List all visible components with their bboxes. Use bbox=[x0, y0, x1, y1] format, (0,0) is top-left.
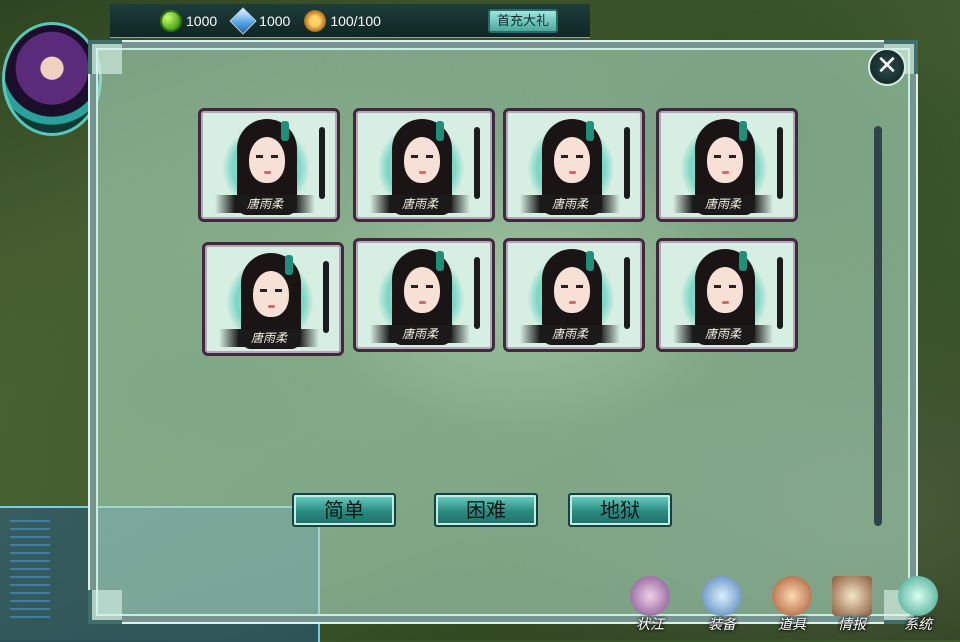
portrait-eyes bbox=[411, 285, 433, 288]
hair-ribbon-icon bbox=[739, 121, 747, 141]
hair-ribbon-icon bbox=[281, 121, 289, 141]
character-card[interactable]: 唐雨柔 bbox=[353, 108, 495, 222]
difficulty-hard-button[interactable]: 困难 bbox=[434, 493, 538, 527]
card-side-bar bbox=[474, 127, 480, 199]
difficulty-hell-button[interactable]: 地狱 bbox=[568, 493, 672, 527]
gem-icon bbox=[229, 6, 257, 35]
jade-resource: 1000 bbox=[160, 9, 218, 32]
hair-ribbon-icon bbox=[586, 121, 594, 141]
character-name: 唐雨柔 bbox=[520, 325, 620, 343]
gear-icon bbox=[898, 576, 938, 616]
character-card[interactable]: 唐雨柔 bbox=[202, 242, 344, 356]
character-card[interactable]: 唐雨柔 bbox=[656, 108, 798, 222]
menu-label: 状江 bbox=[636, 617, 664, 633]
portrait-eyes bbox=[561, 155, 583, 158]
menu-label: 系统 bbox=[904, 617, 932, 633]
card-side-bar bbox=[777, 257, 783, 329]
character-name: 唐雨柔 bbox=[370, 195, 470, 213]
hair-ribbon-icon bbox=[436, 251, 444, 271]
player-avatar[interactable] bbox=[2, 22, 102, 136]
card-side-bar bbox=[777, 127, 783, 199]
portrait-eyes bbox=[411, 155, 433, 158]
menu-items[interactable]: 道具 bbox=[760, 576, 824, 640]
character-name: 唐雨柔 bbox=[673, 195, 773, 213]
stamina-icon bbox=[304, 9, 327, 32]
portrait-face bbox=[554, 137, 590, 183]
stamina-resource: 100/100 bbox=[304, 9, 381, 32]
hair-ribbon-icon bbox=[436, 121, 444, 141]
hair-ribbon-icon bbox=[285, 255, 293, 275]
menu-label: 情报 bbox=[838, 617, 866, 633]
card-side-bar bbox=[474, 257, 480, 329]
portrait-lips bbox=[419, 171, 426, 174]
portrait-lips bbox=[264, 171, 271, 174]
jade-icon bbox=[160, 9, 182, 32]
portrait-face bbox=[707, 267, 743, 313]
first-recharge-button[interactable]: 首充大礼 bbox=[488, 9, 558, 33]
stamina-count: 100/100 bbox=[330, 12, 381, 29]
jade-count: 1000 bbox=[186, 12, 218, 29]
menu-equip[interactable]: 装备 bbox=[690, 576, 754, 640]
menu-system[interactable]: 系统 bbox=[886, 576, 950, 640]
difficulty-easy-button[interactable]: 简单 bbox=[292, 493, 396, 527]
card-side-bar bbox=[319, 127, 325, 199]
portrait-eyes bbox=[256, 155, 278, 158]
portrait-lips bbox=[722, 171, 729, 174]
character-card[interactable]: 唐雨柔 bbox=[198, 108, 340, 222]
character-card[interactable]: 唐雨柔 bbox=[353, 238, 495, 352]
gem-count: 1000 bbox=[259, 12, 291, 29]
character-card[interactable]: 唐雨柔 bbox=[503, 238, 645, 352]
portrait-eyes bbox=[714, 285, 736, 288]
character-name: 唐雨柔 bbox=[520, 195, 620, 213]
hair-ribbon-icon bbox=[586, 251, 594, 271]
portrait-lips bbox=[569, 301, 576, 304]
portrait-lips bbox=[569, 171, 576, 174]
portrait-lips bbox=[268, 305, 275, 308]
menu-intel[interactable]: 情报 bbox=[820, 576, 884, 640]
card-side-bar bbox=[624, 257, 630, 329]
close-button[interactable]: ✕ bbox=[868, 48, 906, 86]
portrait-lips bbox=[722, 301, 729, 304]
card-side-bar bbox=[624, 127, 630, 199]
menu-label: 装备 bbox=[708, 617, 736, 633]
menu-label: 道具 bbox=[778, 617, 806, 633]
sword-icon bbox=[702, 576, 742, 616]
character-card[interactable]: 唐雨柔 bbox=[656, 238, 798, 352]
character-name: 唐雨柔 bbox=[370, 325, 470, 343]
portrait-face bbox=[404, 267, 440, 313]
character-name: 唐雨柔 bbox=[219, 329, 319, 347]
scrollbar[interactable] bbox=[874, 126, 882, 526]
martial-icon bbox=[630, 576, 670, 616]
portrait-eyes bbox=[260, 289, 282, 292]
bag-icon bbox=[772, 576, 812, 616]
character-name: 唐雨柔 bbox=[215, 195, 315, 213]
portrait-eyes bbox=[714, 155, 736, 158]
gem-resource: 1000 bbox=[229, 6, 291, 35]
dialog-corner-ornament bbox=[88, 590, 122, 624]
dialog-corner-ornament bbox=[88, 40, 122, 74]
portrait-face bbox=[707, 137, 743, 183]
character-name: 唐雨柔 bbox=[673, 325, 773, 343]
menu-martial[interactable]: 状江 bbox=[618, 576, 682, 640]
portrait-face bbox=[249, 137, 285, 183]
character-card[interactable]: 唐雨柔 bbox=[503, 108, 645, 222]
portrait-face bbox=[404, 137, 440, 183]
card-side-bar bbox=[323, 261, 329, 333]
hair-ribbon-icon bbox=[739, 251, 747, 271]
portrait-face bbox=[253, 271, 289, 317]
portrait-lips bbox=[419, 301, 426, 304]
portrait-face bbox=[554, 267, 590, 313]
portrait-eyes bbox=[561, 285, 583, 288]
scroll-icon bbox=[832, 576, 872, 616]
